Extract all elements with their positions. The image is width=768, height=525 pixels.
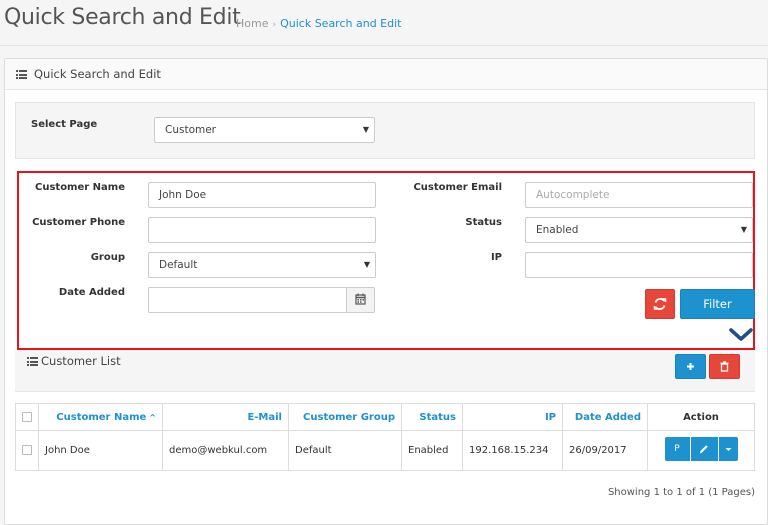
sort-asc-icon: ^ <box>149 412 156 422</box>
column-label: IP <box>544 411 556 423</box>
table-row: John Doe demo@webkul.com Default Enabled… <box>15 430 755 471</box>
cell-status: Enabled <box>401 430 463 471</box>
column-label: Customer Group <box>303 411 395 423</box>
breadcrumb-home[interactable]: Home <box>236 17 268 30</box>
customer-email-input[interactable]: Autocomplete <box>525 182 753 208</box>
add-customer-button[interactable] <box>675 354 706 379</box>
filter-button[interactable]: Filter <box>680 289 755 319</box>
group-label: Group <box>90 252 125 263</box>
breadcrumb-separator-icon: › <box>272 20 277 30</box>
row-checkbox-cell[interactable] <box>15 430 39 471</box>
select-page-dropdown[interactable]: Customer ▼ <box>154 117 375 143</box>
column-status[interactable]: Status <box>401 403 463 431</box>
cell-email: demo@webkul.com <box>162 430 289 471</box>
calendar-icon <box>355 293 366 305</box>
table-header-row: Customer Name ^ E-Mail Customer Group Sta… <box>15 403 755 431</box>
refresh-icon <box>653 298 667 310</box>
column-customer-group[interactable]: Customer Group <box>288 403 402 431</box>
ip-input[interactable] <box>525 252 753 278</box>
panel-title: Quick Search and Edit <box>34 67 161 81</box>
checkbox[interactable] <box>22 445 32 455</box>
customer-phone-input[interactable] <box>148 217 376 243</box>
customer-phone-label: Customer Phone <box>32 217 125 228</box>
cell-customer-group: Default <box>288 430 402 471</box>
column-label: Action <box>683 411 719 423</box>
breadcrumb-current[interactable]: Quick Search and Edit <box>280 17 401 30</box>
customer-list-title: Customer List <box>41 354 121 368</box>
status-dropdown[interactable]: Enabled ▼ <box>525 217 753 243</box>
caret-down-icon: ▼ <box>740 225 747 234</box>
pencil-icon <box>699 445 708 454</box>
ip-label: IP <box>490 252 502 263</box>
cell-action: P <box>647 430 755 471</box>
main-panel: Quick Search and Edit Select Page Custom… <box>4 58 768 525</box>
column-customer-name[interactable]: Customer Name ^ <box>38 403 163 431</box>
select-all-checkbox[interactable] <box>15 403 39 431</box>
customer-filter-section: Customer Name John Doe Customer Email Au… <box>17 171 755 350</box>
list-icon <box>16 70 27 79</box>
caret-down-icon: ▼ <box>363 260 370 269</box>
date-added-label: Date Added <box>58 287 125 298</box>
page-title: Quick Search and Edit <box>4 5 241 30</box>
column-label: Date Added <box>574 411 641 423</box>
customer-name-label: Customer Name <box>35 182 125 193</box>
customer-table: Customer Name ^ E-Mail Customer Group Sta… <box>15 403 755 471</box>
pagination-info: Showing 1 to 1 of 1 (1 Pages) <box>607 487 755 498</box>
select-page-value: Customer <box>165 124 217 136</box>
checkbox[interactable] <box>22 411 32 422</box>
customer-email-label: Customer Email <box>413 182 502 193</box>
select-page-label: Select Page <box>31 119 98 130</box>
customer-list-heading: Customer List <box>15 350 755 392</box>
customer-name-value: John Doe <box>159 189 207 201</box>
plus-icon <box>687 363 694 370</box>
page-header: Quick Search and Edit Home › Quick Search … <box>0 0 768 46</box>
reset-filter-button[interactable] <box>645 289 675 319</box>
caret-down-icon <box>725 448 731 451</box>
date-added-input[interactable] <box>148 287 347 313</box>
action-button-group: P <box>664 437 738 461</box>
action-dropdown-button[interactable] <box>718 437 738 461</box>
cell-ip: 192.168.15.234 <box>462 430 563 471</box>
customer-email-placeholder: Autocomplete <box>536 189 610 201</box>
edit-button[interactable] <box>690 437 718 461</box>
breadcrumb: Home › Quick Search and Edit <box>236 17 401 30</box>
column-date-added[interactable]: Date Added <box>562 403 648 431</box>
column-ip[interactable]: IP <box>462 403 563 431</box>
p-button[interactable]: P <box>664 437 690 461</box>
select-page-section: Select Page Customer ▼ <box>15 102 755 159</box>
caret-down-icon: ▼ <box>362 125 369 134</box>
column-label: E-Mail <box>247 411 282 423</box>
list-icon <box>27 357 38 366</box>
filter-button-label: Filter <box>703 297 732 311</box>
customer-name-input[interactable]: John Doe <box>148 182 376 208</box>
group-dropdown[interactable]: Default ▼ <box>148 252 376 278</box>
panel-heading: Quick Search and Edit <box>5 59 767 90</box>
cell-customer-name: John Doe <box>38 430 163 471</box>
column-label: Status <box>419 411 456 423</box>
column-label: Customer Name <box>56 411 147 423</box>
trash-icon <box>720 361 729 372</box>
column-email[interactable]: E-Mail <box>162 403 289 431</box>
status-label: Status <box>465 217 502 228</box>
calendar-button[interactable] <box>346 287 375 313</box>
column-action: Action <box>647 403 755 431</box>
status-value: Enabled <box>536 224 579 236</box>
delete-customer-button[interactable] <box>709 354 740 379</box>
chevron-down-icon[interactable] <box>729 328 753 342</box>
cell-date-added: 26/09/2017 <box>562 430 648 471</box>
group-value: Default <box>159 259 198 271</box>
